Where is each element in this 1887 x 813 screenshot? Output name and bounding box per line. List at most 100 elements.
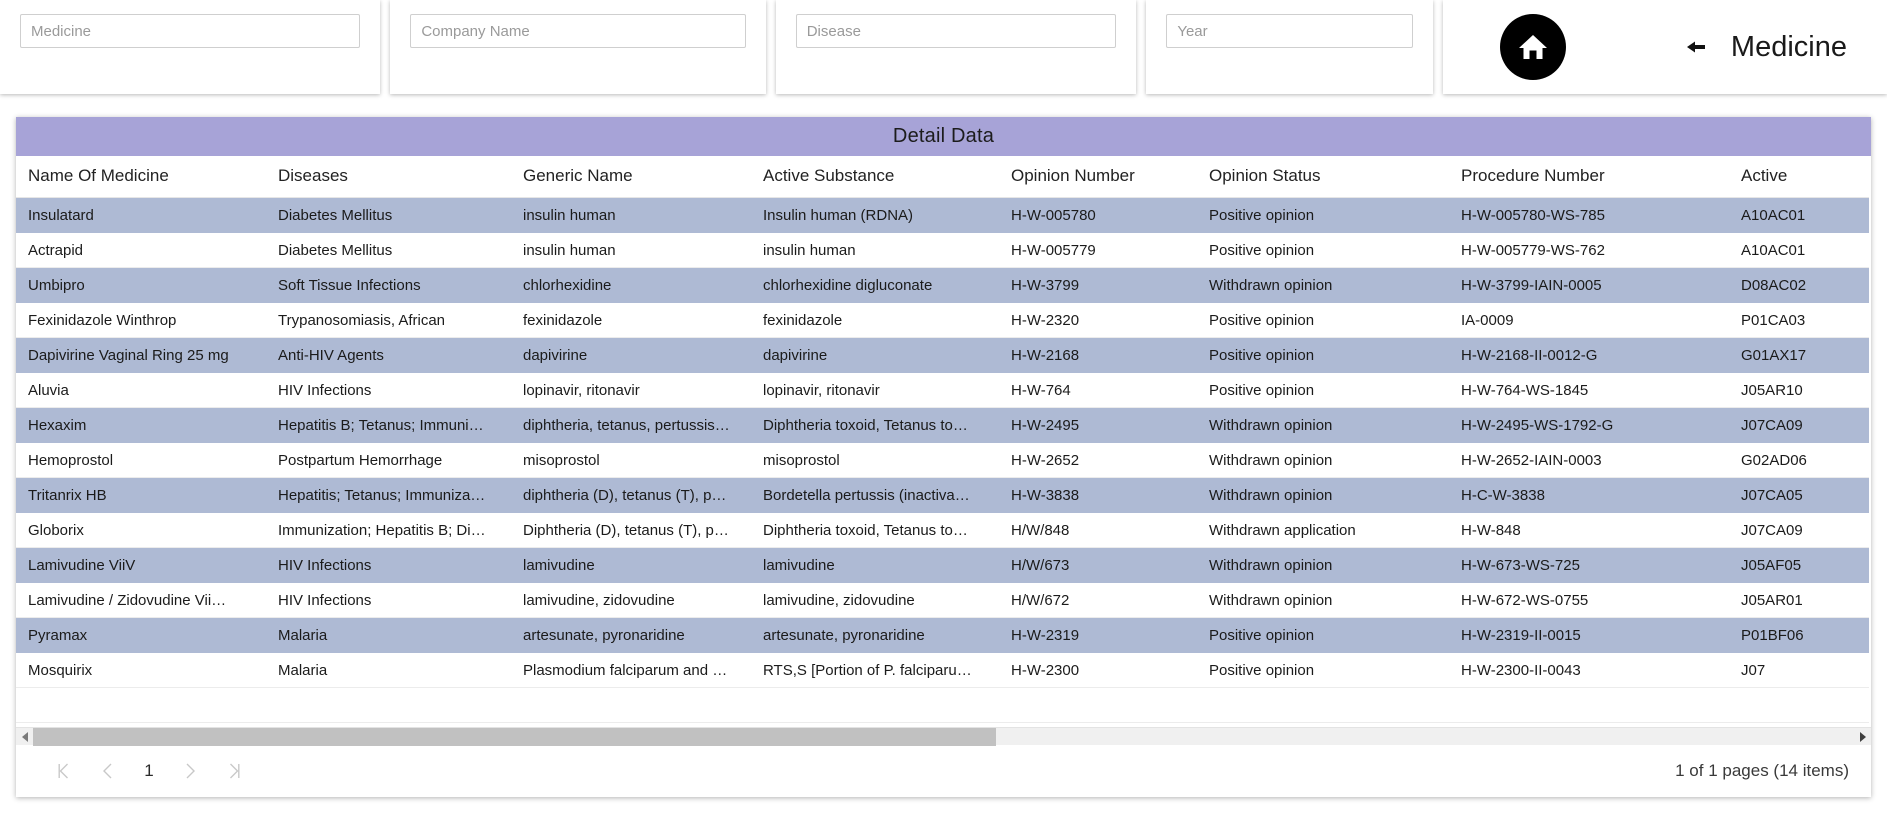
cell-active: P01BF06 (1729, 617, 1869, 653)
table-row[interactable]: Hexaxim Hepatitis B; Tetanus; Immuni… diph… (16, 407, 1869, 443)
cell-opinion-status: Withdrawn opinion (1197, 547, 1449, 583)
column-header-opinion-status[interactable]: Opinion Status (1197, 156, 1449, 198)
search-input-medicine[interactable] (20, 14, 361, 48)
cell-opinion-number: H/W/848 (999, 512, 1197, 548)
cell-filler (16, 687, 266, 723)
cell-active-substance: Bordetella pertussis (inactiva… (751, 477, 999, 513)
cell-name-of-medicine: Umbipro (16, 267, 266, 303)
arrow-left-icon[interactable] (1683, 34, 1709, 60)
cell-name-of-medicine: Globorix (16, 512, 266, 548)
cell-opinion-status: Withdrawn opinion (1197, 407, 1449, 443)
table-row[interactable]: Tritanrix HB Hepatitis; Tetanus; Immuniza… (16, 477, 1869, 513)
cell-diseases: Trypanosomiasis, African (266, 302, 511, 338)
column-header-procedure-number[interactable]: Procedure Number (1449, 156, 1729, 198)
header-card: Medicine (1442, 0, 1887, 94)
table-filler-row (16, 687, 1869, 723)
table-row[interactable]: Insulatard Diabetes Mellitus insulin human… (16, 197, 1869, 233)
horizontal-scrollbar[interactable] (16, 727, 1871, 746)
cell-diseases: HIV Infections (266, 547, 511, 583)
cell-opinion-number: H-W-3838 (999, 477, 1197, 513)
cell-opinion-number: H-W-2320 (999, 302, 1197, 338)
cell-opinion-number: H-W-764 (999, 372, 1197, 408)
pagination-controls: 1 (46, 755, 252, 787)
last-page-button[interactable] (216, 755, 252, 787)
next-page-button[interactable] (172, 755, 208, 787)
cell-active: J05AF05 (1729, 547, 1869, 583)
cell-opinion-status: Withdrawn opinion (1197, 477, 1449, 513)
table-row[interactable]: Actrapid Diabetes Mellitus insulin human in… (16, 232, 1869, 268)
cell-procedure-number: H-W-2319-II-0015 (1449, 617, 1729, 653)
search-input-year[interactable] (1166, 14, 1413, 48)
table-row[interactable]: Globorix Immunization; Hepatitis B; Di… Di… (16, 512, 1869, 548)
search-input-disease[interactable] (795, 14, 1117, 48)
table-row[interactable]: Umbipro Soft Tissue Infections chlorhexidi… (16, 267, 1869, 303)
cell-active: A10AC01 (1729, 232, 1869, 268)
search-input-company-name[interactable] (410, 14, 746, 48)
cell-active-substance: lamivudine (751, 547, 999, 583)
cell-generic-name: Diphtheria (D), tetanus (T), p… (511, 512, 751, 548)
cell-procedure-number: H-W-764-WS-1845 (1449, 372, 1729, 408)
cell-active: G01AX17 (1729, 337, 1869, 373)
cell-generic-name: lamivudine (511, 547, 751, 583)
column-header-diseases[interactable]: Diseases (266, 156, 511, 198)
cell-generic-name: lamivudine, zidovudine (511, 582, 751, 618)
cell-active-substance: RTS,S [Portion of P. falciparu… (751, 652, 999, 688)
cell-filler (511, 687, 751, 723)
page-number-1[interactable]: 1 (134, 755, 164, 787)
cell-generic-name: dapivirine (511, 337, 751, 373)
column-header-opinion-number[interactable]: Opinion Number (999, 156, 1197, 198)
cell-filler (751, 687, 999, 723)
column-header-active-substance[interactable]: Active Substance (751, 156, 999, 198)
home-button[interactable] (1443, 0, 1623, 99)
cell-active-substance: insulin human (751, 232, 999, 268)
cell-active-substance: artesunate, pyronaridine (751, 617, 999, 653)
cell-active: J07CA09 (1729, 407, 1869, 443)
table-row[interactable]: Mosquirix Malaria Plasmodium falciparum an… (16, 652, 1869, 688)
first-page-button[interactable] (46, 755, 82, 787)
table-row[interactable]: Hemoprostol Postpartum Hemorrhage misopros… (16, 442, 1869, 478)
cell-procedure-number: H-W-848 (1449, 512, 1729, 548)
cell-opinion-status: Positive opinion (1197, 372, 1449, 408)
cell-active-substance: lopinavir, ritonavir (751, 372, 999, 408)
cell-generic-name: misoprostol (511, 442, 751, 478)
cell-procedure-number: H-W-3799-IAIN-0005 (1449, 267, 1729, 303)
cell-opinion-number: H-W-2300 (999, 652, 1197, 688)
cell-opinion-status: Withdrawn application (1197, 512, 1449, 548)
cell-diseases: Diabetes Mellitus (266, 232, 511, 268)
cell-name-of-medicine: Insulatard (16, 197, 266, 233)
table-row[interactable]: Pyramax Malaria artesunate, pyronaridine ar… (16, 617, 1869, 653)
cell-diseases: HIV Infections (266, 582, 511, 618)
cell-opinion-number: H-W-2319 (999, 617, 1197, 653)
table-row[interactable]: Lamivudine ViiV HIV Infections lamivudine l… (16, 547, 1869, 583)
table-row[interactable]: Fexinidazole Winthrop Trypanosomiasis, Af… (16, 302, 1869, 338)
scrollbar-track[interactable] (33, 727, 1854, 746)
table-row[interactable]: Lamivudine / Zidovudine Vii… HIV Infectio… (16, 582, 1869, 618)
table-row[interactable]: Aluvia HIV Infections lopinavir, ritonavir… (16, 372, 1869, 408)
triangle-left-icon[interactable] (16, 728, 33, 746)
scrollbar-thumb[interactable] (33, 727, 996, 746)
home-icon[interactable] (1499, 14, 1566, 80)
cell-generic-name: fexinidazole (511, 302, 751, 338)
cell-active-substance: lamivudine, zidovudine (751, 582, 999, 618)
cell-diseases: Soft Tissue Infections (266, 267, 511, 303)
cell-diseases: Malaria (266, 617, 511, 653)
cell-name-of-medicine: Tritanrix HB (16, 477, 266, 513)
triangle-right-icon[interactable] (1854, 728, 1871, 746)
cell-procedure-number: H-W-2300-II-0043 (1449, 652, 1729, 688)
table-row[interactable]: Dapivirine Vaginal Ring 25 mg Anti-HIV Ag… (16, 337, 1869, 373)
cell-active: P01CA03 (1729, 302, 1869, 338)
cell-diseases: Diabetes Mellitus (266, 197, 511, 233)
column-header-active[interactable]: Active (1729, 156, 1869, 198)
column-header-name-of-medicine[interactable]: Name Of Medicine (16, 156, 266, 198)
cell-opinion-number: H-W-005780 (999, 197, 1197, 233)
pagination-summary: 1 of 1 pages (14 items) (1675, 761, 1849, 780)
cell-filler (266, 687, 511, 723)
previous-page-button[interactable] (90, 755, 126, 787)
cell-procedure-number: H-W-005779-WS-762 (1449, 232, 1729, 268)
cell-active: D08AC02 (1729, 267, 1869, 303)
pagination-bar: 1 1 of 1 pages (14 items) (16, 745, 1871, 797)
cell-generic-name: diphtheria (D), tetanus (T), p… (511, 477, 751, 513)
column-header-generic-name[interactable]: Generic Name (511, 156, 751, 198)
cell-generic-name: insulin human (511, 232, 751, 268)
cell-procedure-number: IA-0009 (1449, 302, 1729, 338)
